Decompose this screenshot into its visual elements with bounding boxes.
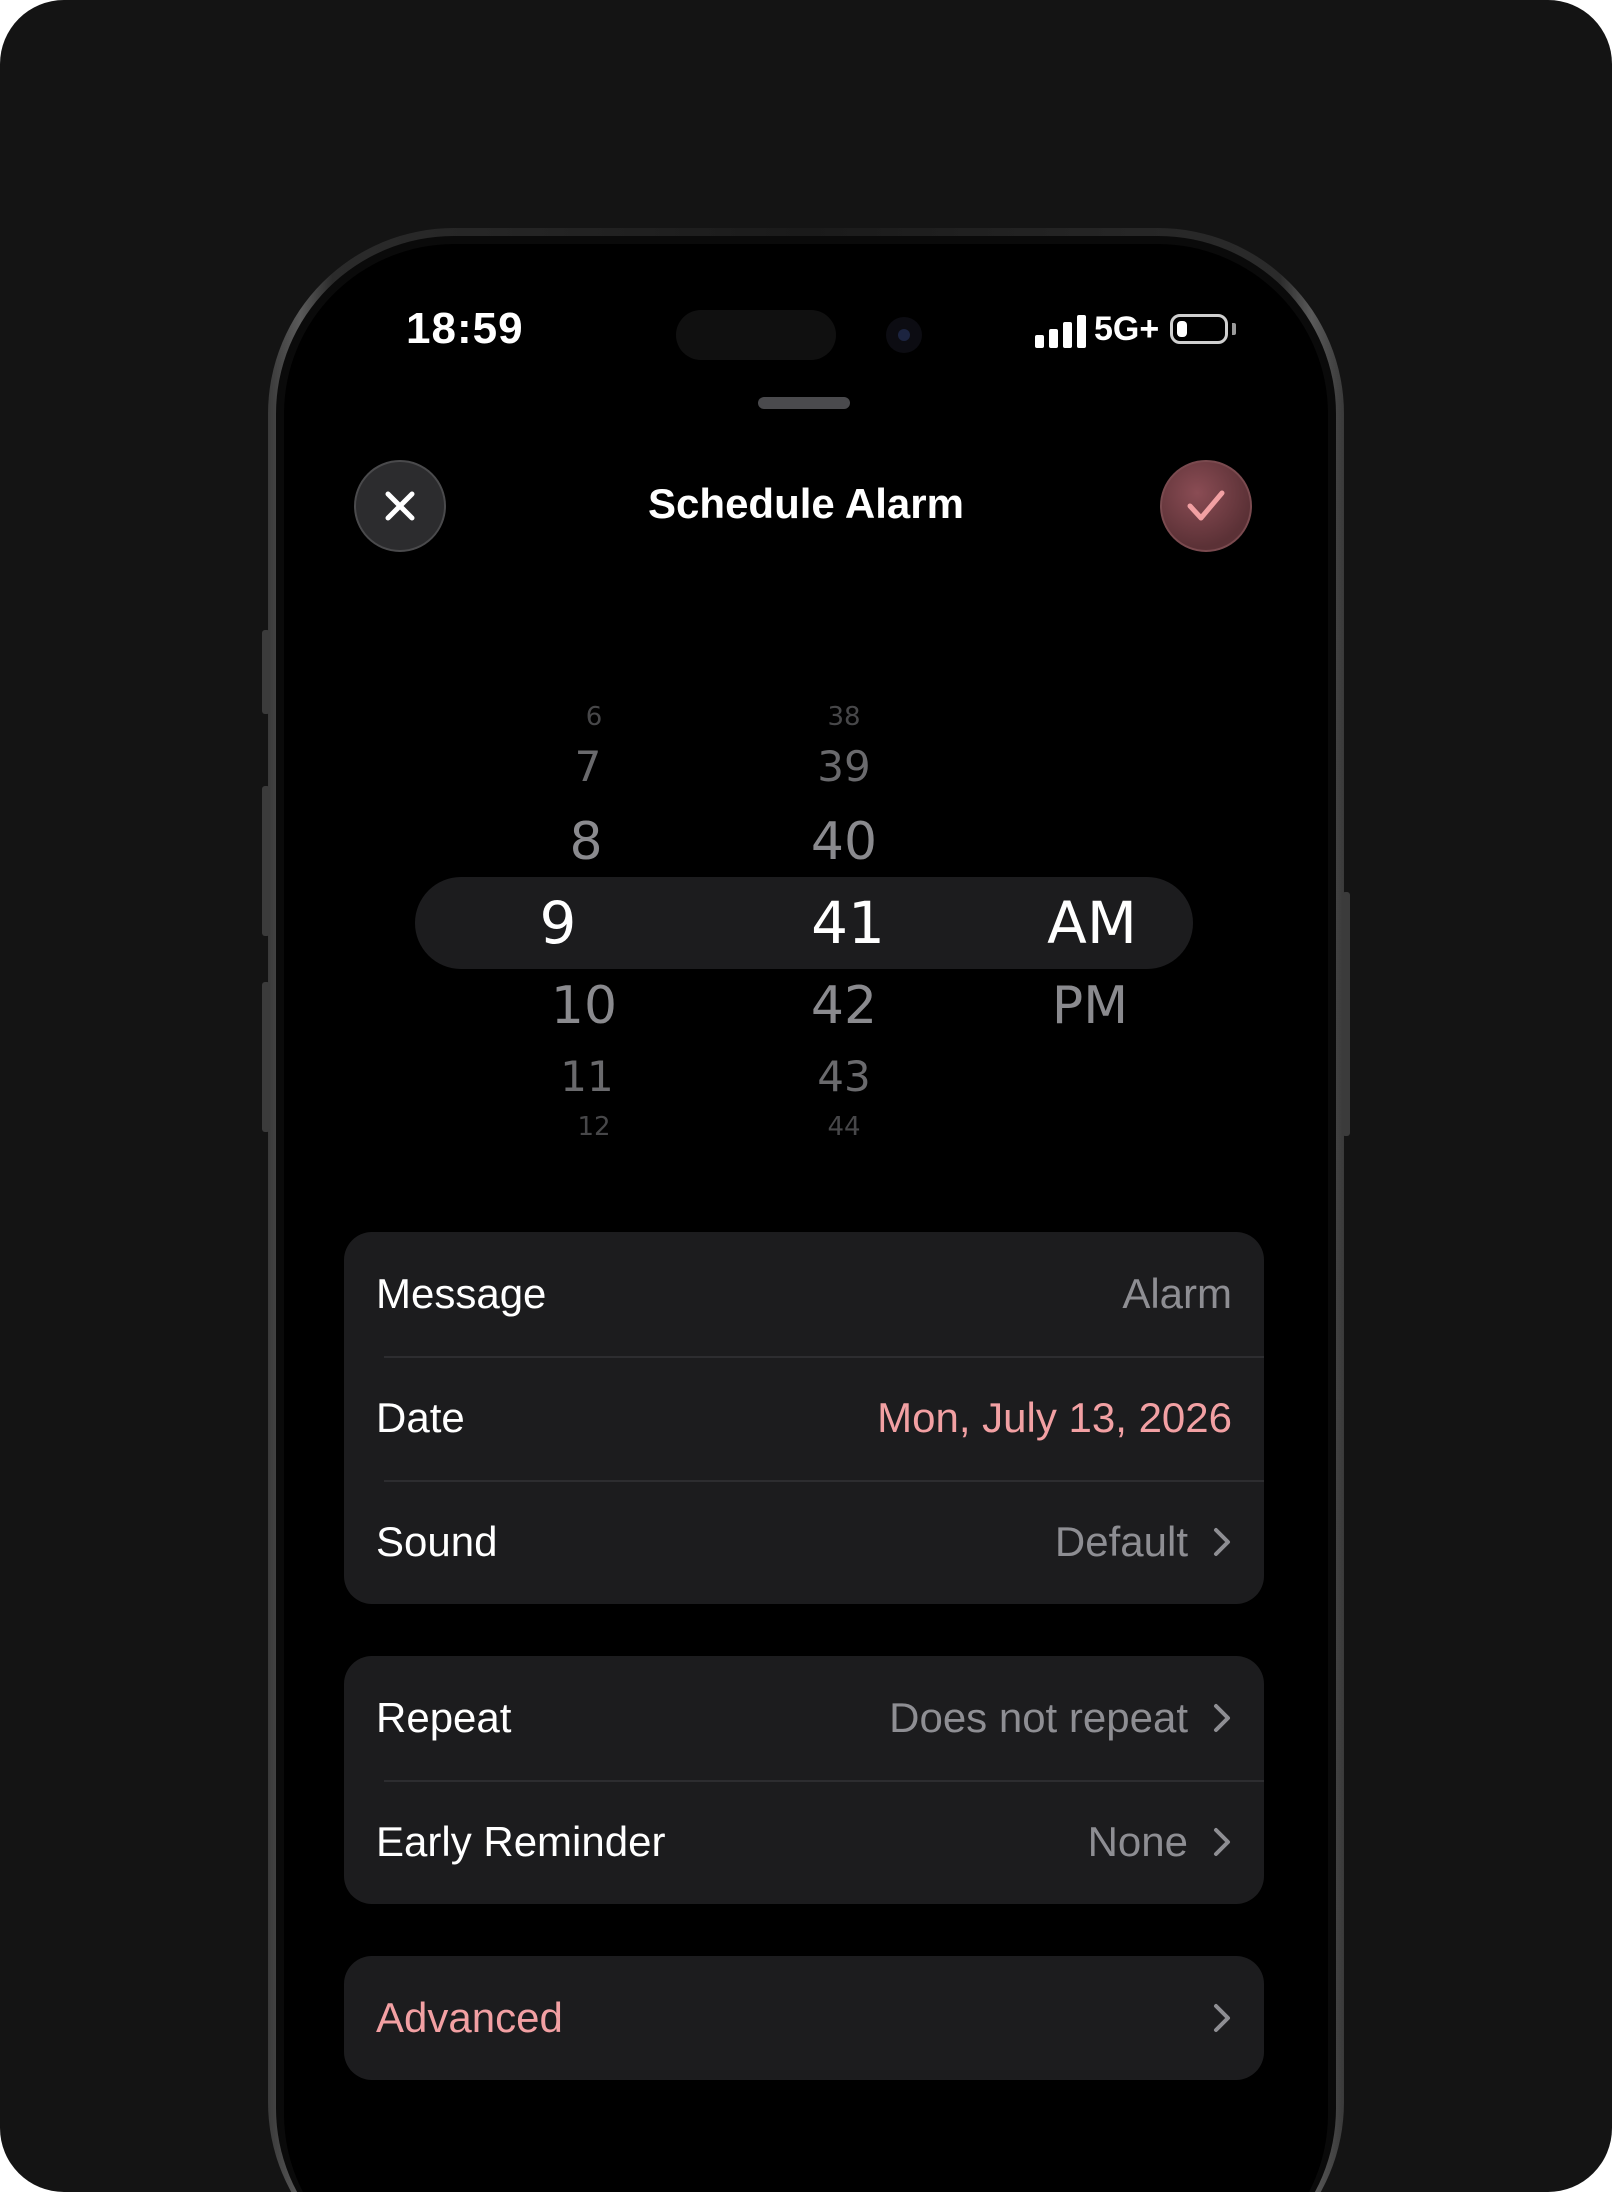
picker-minute-selected[interactable]: 41 <box>811 894 885 952</box>
repeat-row[interactable]: Repeat Does not repeat <box>344 1656 1264 1780</box>
date-value[interactable]: Mon, July 13, 2026 <box>877 1394 1232 1442</box>
battery-icon <box>1170 314 1228 344</box>
early-reminder-label: Early Reminder <box>376 1818 666 1865</box>
picker-hour-item[interactable]: 11 <box>560 1056 613 1098</box>
settings-group-repeat: Repeat Does not repeat Early Reminder No… <box>344 1656 1264 1904</box>
chevron-right-icon <box>1214 1828 1230 1856</box>
picker-minute-item[interactable]: 44 <box>827 1114 860 1140</box>
dynamic-island <box>676 310 836 360</box>
network-label: 5G+ <box>1094 310 1160 348</box>
power-button <box>1342 892 1350 1136</box>
advanced-row[interactable]: Advanced <box>344 1956 1264 2080</box>
chevron-right-icon <box>1214 2004 1230 2032</box>
settings-group-advanced: Advanced <box>344 1956 1264 2080</box>
picker-hour-item[interactable]: 6 <box>586 704 603 730</box>
picker-minute-item[interactable]: 43 <box>817 1056 870 1098</box>
picker-minute-item[interactable]: 40 <box>811 816 877 868</box>
picker-hour-selected[interactable]: 9 <box>540 894 577 952</box>
picker-hour-item[interactable]: 10 <box>551 980 617 1032</box>
date-label: Date <box>376 1394 465 1441</box>
message-label: Message <box>376 1270 547 1317</box>
signal-icon <box>1035 314 1087 348</box>
action-button <box>262 630 270 714</box>
checkmark-icon <box>1187 490 1225 521</box>
early-reminder-value: None <box>1087 1818 1188 1865</box>
front-camera <box>886 317 922 353</box>
picker-hour-item[interactable]: 12 <box>577 1114 610 1140</box>
picker-minute-item[interactable]: 39 <box>817 746 870 788</box>
confirm-button[interactable] <box>1160 460 1252 552</box>
chevron-right-icon <box>1214 1704 1230 1732</box>
volume-up-button <box>262 786 270 936</box>
picker-minute-item[interactable]: 38 <box>827 704 860 730</box>
settings-group-main: Message Alarm Date Mon, July 13, 2026 So… <box>344 1232 1264 1604</box>
repeat-value: Does not repeat <box>889 1694 1188 1741</box>
sound-value: Default <box>1054 1518 1188 1565</box>
message-value: Alarm <box>1122 1270 1232 1317</box>
early-reminder-row[interactable]: Early Reminder None <box>344 1780 1264 1904</box>
date-row[interactable]: Date Mon, July 13, 2026 <box>344 1356 1264 1480</box>
picker-hour-item[interactable]: 7 <box>575 746 602 788</box>
message-row[interactable]: Message Alarm <box>344 1232 1264 1356</box>
picker-minute-item[interactable]: 42 <box>811 980 877 1032</box>
sound-row[interactable]: Sound Default <box>344 1480 1264 1604</box>
repeat-label: Repeat <box>376 1694 512 1741</box>
picker-period-selected[interactable]: AM <box>1047 894 1137 952</box>
backdrop: 18:59 5G+ Schedule Alarm 6 7 8 9 10 11 1… <box>0 0 1612 2192</box>
picker-period-item[interactable]: PM <box>1052 980 1128 1032</box>
picker-hour-item[interactable]: 8 <box>569 816 602 868</box>
status-time: 18:59 <box>406 304 524 353</box>
sheet-grabber[interactable] <box>758 397 850 409</box>
battery-nub <box>1232 323 1236 335</box>
volume-down-button <box>262 982 270 1132</box>
sound-label: Sound <box>376 1518 498 1565</box>
advanced-label: Advanced <box>376 1994 563 2041</box>
battery-fill <box>1177 321 1187 337</box>
phone-screen: 18:59 5G+ Schedule Alarm 6 7 8 9 10 11 1… <box>284 244 1328 2192</box>
chevron-right-icon <box>1214 1528 1230 1556</box>
